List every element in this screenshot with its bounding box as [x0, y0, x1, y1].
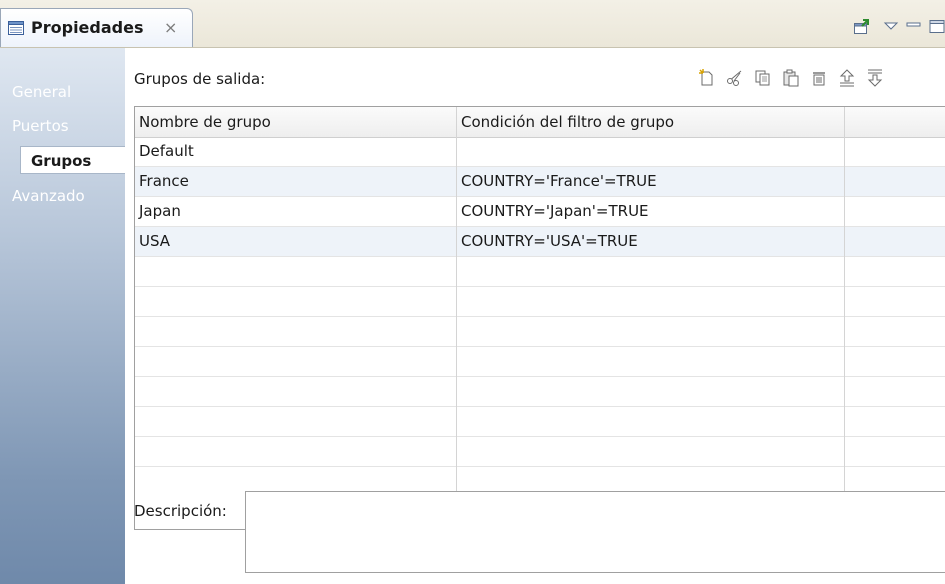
column-divider [844, 107, 845, 529]
properties-table-icon [8, 21, 24, 35]
view-tab-bar: Propiedades × [0, 0, 945, 48]
move-down-icon[interactable] [865, 68, 885, 88]
sidebar-item-avanzado[interactable]: Avanzado [0, 182, 125, 210]
sidebar-item-grupos[interactable]: Grupos [20, 146, 125, 174]
tab-title: Propiedades [31, 18, 144, 37]
output-groups-label: Grupos de salida: [134, 70, 266, 88]
column-header-extra[interactable] [845, 107, 945, 137]
group-name-cell[interactable]: France [135, 167, 457, 197]
view-menu-icon[interactable] [882, 18, 900, 36]
empty-table-row [135, 347, 945, 377]
empty-table-row [135, 437, 945, 467]
delete-icon[interactable] [809, 68, 829, 88]
description-field[interactable] [245, 491, 945, 573]
column-header-group-name[interactable]: Nombre de grupo [135, 107, 457, 137]
maximize-icon[interactable] [928, 18, 945, 36]
empty-table-row [135, 317, 945, 347]
table-row[interactable]: USA COUNTRY='USA'=TRUE [135, 227, 945, 257]
group-name-cell[interactable]: Japan [135, 197, 457, 227]
group-name-cell[interactable]: USA [135, 227, 457, 257]
sidebar-item-puertos[interactable]: Puertos [0, 112, 125, 140]
filter-condition-cell[interactable] [457, 137, 845, 167]
empty-table-row [135, 287, 945, 317]
group-name-cell[interactable]: Default [135, 137, 457, 167]
new-icon[interactable] [697, 68, 717, 88]
sidebar-item-general[interactable]: General [0, 78, 125, 106]
empty-table-row [135, 257, 945, 287]
table-row[interactable]: France COUNTRY='France'=TRUE [135, 167, 945, 197]
copy-icon[interactable] [753, 68, 773, 88]
close-icon[interactable]: × [164, 18, 177, 37]
table-row[interactable]: Default [135, 137, 945, 167]
filter-condition-cell[interactable]: COUNTRY='USA'=TRUE [457, 227, 845, 257]
column-divider [456, 107, 457, 529]
filter-condition-cell[interactable]: COUNTRY='Japan'=TRUE [457, 197, 845, 227]
table-header: Nombre de grupo Condición del filtro de … [135, 107, 945, 138]
empty-table-row [135, 377, 945, 407]
cut-icon[interactable] [725, 68, 745, 88]
table-row[interactable]: Japan COUNTRY='Japan'=TRUE [135, 197, 945, 227]
properties-sidebar: General Puertos Grupos Avanzado [0, 48, 125, 584]
paste-icon[interactable] [781, 68, 801, 88]
output-groups-table: Nombre de grupo Condición del filtro de … [134, 106, 945, 530]
move-up-icon[interactable] [837, 68, 857, 88]
new-window-icon[interactable] [853, 18, 871, 36]
tab-propiedades[interactable]: Propiedades × [0, 8, 193, 47]
minimize-icon[interactable] [905, 18, 923, 36]
empty-table-row [135, 407, 945, 437]
filter-condition-cell[interactable]: COUNTRY='France'=TRUE [457, 167, 845, 197]
groups-panel: Grupos de salida: Nombre de grupo Condic [125, 48, 945, 584]
column-header-filter-condition[interactable]: Condición del filtro de grupo [457, 107, 845, 137]
description-label: Descripción: [134, 502, 227, 520]
